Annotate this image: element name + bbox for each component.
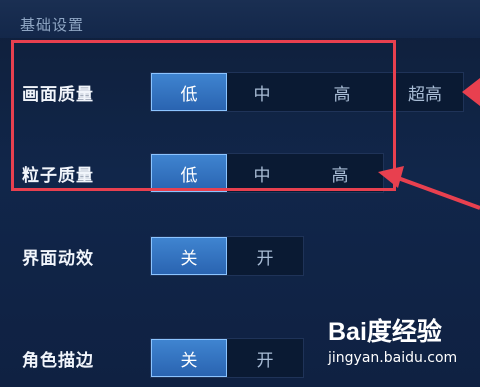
section-title: 基础设置 [20, 16, 85, 34]
settings-header: 基础设置 [0, 0, 480, 38]
annotation-highlight-box [11, 40, 396, 191]
setting-label-ui-animation: 界面动效 [22, 249, 94, 269]
ui-animation-option-off[interactable]: 关 [151, 237, 227, 275]
character-outline-option-off[interactable]: 关 [151, 339, 227, 377]
baidu-jingyan-watermark: Bai度经验 jingyan.baidu.com [328, 312, 480, 382]
character-outline-option-on[interactable]: 开 [227, 339, 303, 377]
setting-label-character-outline: 角色描边 [22, 351, 94, 371]
graphics-quality-option-ultra[interactable]: 超高 [387, 73, 463, 111]
character-outline-toggle: 关 开 [150, 338, 304, 378]
ui-animation-option-on[interactable]: 开 [227, 237, 303, 275]
ui-animation-toggle: 关 开 [150, 236, 304, 276]
watermark-url: jingyan.baidu.com [328, 350, 458, 366]
arrow-to-particle-line [397, 176, 480, 210]
arrow-to-ultra-icon [462, 78, 480, 106]
watermark-logo-text: Bai度经验 [328, 318, 442, 346]
